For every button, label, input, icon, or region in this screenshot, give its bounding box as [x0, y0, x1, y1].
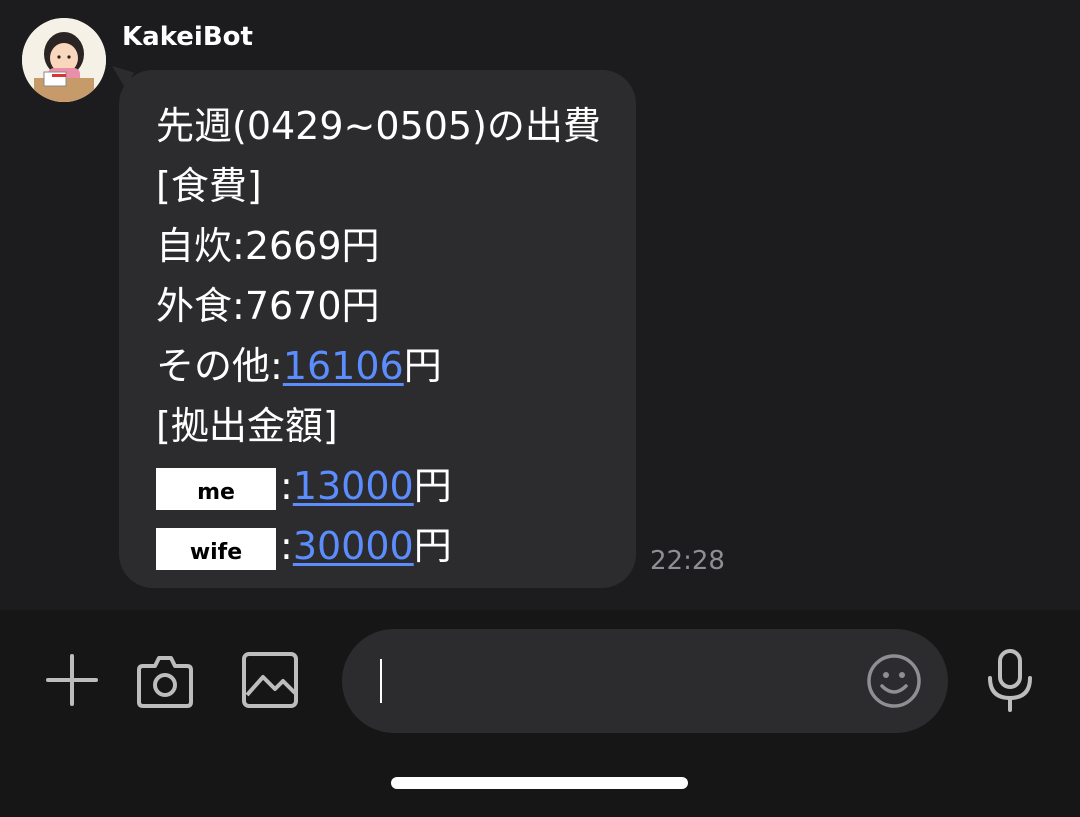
message-timestamp: 22:28 [650, 546, 725, 576]
self-cooking-line: 自炊:2669円 [156, 216, 636, 276]
wife-amount-link[interactable]: 30000 [293, 524, 414, 568]
sender-name: KakeiBot [122, 22, 253, 52]
avatar-illustration-icon [22, 18, 106, 102]
eating-out-line: 外食:7670円 [156, 276, 636, 336]
message-title: 先週(0429~0505)の出費 [156, 104, 601, 148]
eating-out-value: 7670円 [244, 284, 380, 328]
home-indicator[interactable] [391, 777, 688, 789]
self-cooking-value: 2669円 [244, 224, 380, 268]
chat-area: KakeiBot 先週(0429~0505)の出費 [食費] 自炊:2669円 … [0, 0, 1080, 610]
microphone-icon[interactable] [980, 649, 1040, 712]
me-amount-link[interactable]: 13000 [293, 464, 414, 508]
self-cooking-label: 自炊: [156, 224, 245, 268]
text-caret [380, 659, 382, 703]
me-line: me:13000円 [156, 456, 636, 516]
other-line: その他:16106円 [156, 336, 636, 396]
message-input[interactable] [342, 629, 948, 733]
me-label: me [156, 467, 276, 510]
wife-unit: 円 [413, 524, 452, 568]
wife-label: wife [156, 527, 276, 570]
me-unit: 円 [413, 464, 452, 508]
emoji-icon[interactable] [866, 653, 922, 709]
other-amount-link[interactable]: 16106 [283, 344, 404, 388]
wife-line: wife:30000円 [156, 516, 636, 576]
other-label: その他: [156, 344, 283, 388]
section-contribution: [拠出金額] [156, 404, 338, 448]
eating-out-label: 外食: [156, 284, 245, 328]
me-separator: : [280, 464, 293, 508]
message-bubble[interactable]: 先週(0429~0505)の出費 [食費] 自炊:2669円 外食:7670円 … [119, 70, 636, 588]
camera-icon[interactable] [135, 650, 195, 710]
section-food: [食費] [156, 164, 262, 208]
bot-avatar[interactable] [22, 18, 106, 102]
other-unit: 円 [403, 344, 442, 388]
image-icon[interactable] [240, 650, 300, 710]
wife-separator: : [280, 524, 293, 568]
plus-icon[interactable] [42, 650, 102, 710]
